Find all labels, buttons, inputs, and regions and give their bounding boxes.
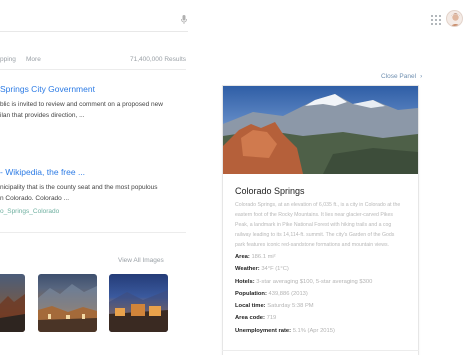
result-snippet-line: blic is invited to review and comment on… — [0, 101, 163, 108]
fact-population: Population: 439,886 (2013) — [235, 288, 415, 300]
fact-value: 3-star averaging $100, 5-star averaging … — [256, 278, 373, 285]
chevron-right-icon: › — [420, 73, 423, 80]
fact-label: Hotels: — [235, 278, 255, 285]
knowledge-panel-image[interactable] — [223, 86, 418, 174]
close-panel-label: Close Panel — [381, 73, 417, 80]
result-title-link[interactable]: Springs City Government — [0, 84, 190, 94]
result-snippet-line: nicipality that is the county seat and t… — [0, 184, 158, 191]
tab-shopping[interactable]: pping — [0, 56, 16, 63]
image-thumbnail[interactable] — [38, 274, 97, 332]
search-result: Springs City Government blic is invited … — [0, 84, 190, 121]
panel-facts: Area: 186.1 mi² Weather: 34°F (1°C) Hote… — [235, 251, 415, 337]
fact-label: Population: — [235, 290, 267, 297]
fact-value: 719 — [266, 315, 277, 322]
fact-hotels: Hotels: 3-star averaging $100, 5-star av… — [235, 276, 415, 288]
apps-grid-icon[interactable] — [431, 15, 441, 25]
search-bar[interactable] — [0, 10, 188, 32]
fact-value: 439,886 (2013) — [268, 290, 308, 297]
fact-label: Area code: — [235, 315, 265, 322]
result-count: 71,400,000 Results — [129, 56, 186, 63]
result-snippet: blic is invited to review and comment on… — [0, 100, 190, 121]
view-all-images-link[interactable]: View All Images — [118, 257, 164, 264]
result-snippet-line: ilan that provides direction, ... — [0, 111, 85, 119]
result-snippet: nicipality that is the county seat and t… — [0, 183, 190, 204]
fact-weather: Weather: 34°F (1°C) — [235, 263, 415, 275]
panel-description-line: Peak, a landmark in Pike National Forest… — [235, 222, 392, 228]
result-snippet-line: n Colorado. Colorado ... — [0, 194, 70, 202]
fact-value: 186.1 mi² — [251, 254, 276, 260]
fact-value: Saturday 5:38 PM — [267, 303, 314, 310]
search-result: - Wikipedia, the free ... nicipality tha… — [0, 167, 190, 215]
fact-local-time: Local time: Saturday 5:38 PM — [235, 300, 415, 312]
divider — [0, 232, 186, 233]
panel-title: Colorado Springs — [235, 186, 305, 196]
fact-value: 5.1% (Apr 2015) — [292, 327, 335, 334]
panel-description-line: park features iconic red-sandstone forma… — [235, 242, 389, 248]
panel-description: Colorado Springs, at an elevation of 6,0… — [235, 200, 411, 250]
microphone-icon[interactable] — [181, 15, 187, 24]
close-panel-button[interactable]: Close Panel › — [381, 73, 422, 80]
divider — [0, 69, 186, 70]
fact-label: Local time: — [235, 303, 266, 310]
divider — [222, 350, 419, 351]
fact-label: Weather: — [235, 266, 260, 273]
fact-value: 34°F (1°C) — [261, 266, 289, 273]
knowledge-panel: Colorado Springs Colorado Springs, at an… — [222, 85, 419, 355]
fact-unemployment: Unemployment rate: 5.1% (Apr 2015) — [235, 325, 415, 337]
image-thumbnail[interactable] — [0, 274, 25, 332]
fact-label: Area: — [235, 254, 250, 260]
tab-more[interactable]: More — [26, 56, 41, 63]
fact-area: Area: 186.1 mi² — [235, 251, 415, 263]
image-thumbnail[interactable] — [109, 274, 168, 332]
panel-description-line: railway leading to its 14,114-ft. summit… — [235, 232, 395, 238]
panel-description-line: Colorado Springs, at an elevation of 6,0… — [235, 202, 401, 208]
panel-description-line: eastern foot of the Rocky Mountains. It … — [235, 212, 394, 218]
user-avatar[interactable] — [446, 10, 463, 27]
result-title-link[interactable]: - Wikipedia, the free ... — [0, 167, 190, 177]
fact-label: Unemployment rate: — [235, 327, 292, 334]
fact-area-code: Area code: 719 — [235, 312, 415, 324]
result-url[interactable]: o_Springs_Colorado — [0, 208, 190, 215]
